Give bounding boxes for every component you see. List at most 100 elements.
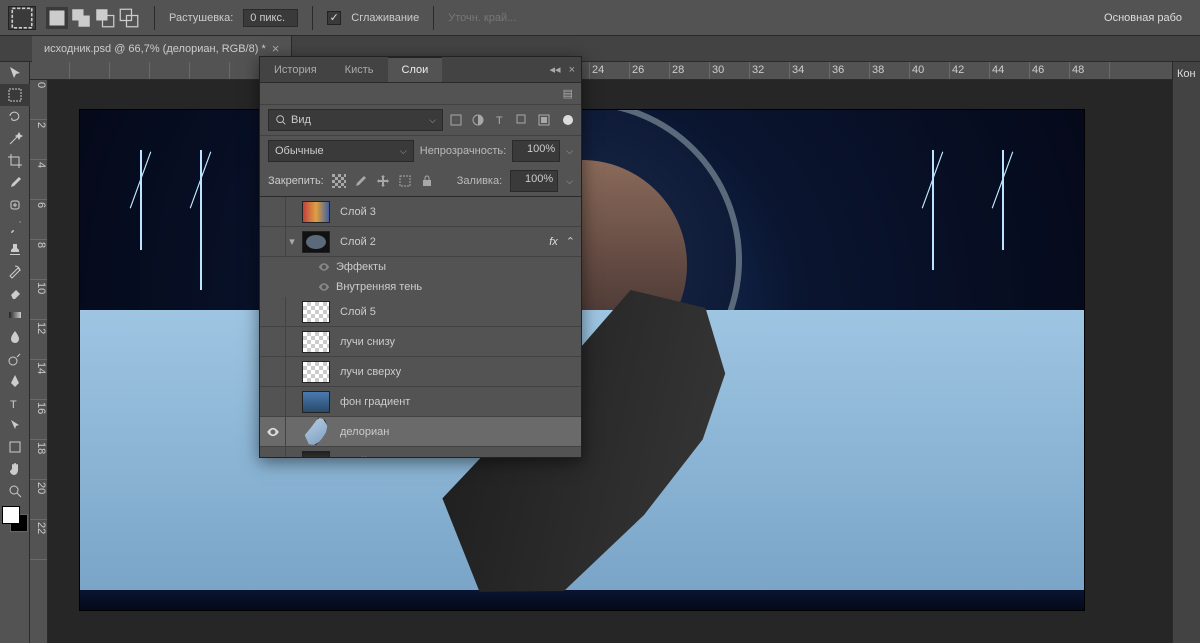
panel-collapse-icon[interactable]: ◂◂ — [550, 63, 561, 76]
document-canvas[interactable] — [80, 110, 1084, 610]
document-tab[interactable]: исходник.psd @ 66,7% (делориан, RGB/8) *… — [32, 36, 292, 62]
lock-pixels-icon[interactable] — [354, 174, 368, 188]
filter-toggle[interactable] — [563, 115, 573, 125]
ruler-horizontal[interactable]: 12141618202224262830323436384042444648 — [30, 62, 1200, 80]
brush-tool-icon[interactable] — [0, 216, 30, 238]
hand-tool-icon[interactable] — [0, 458, 30, 480]
filter-pixel-icon[interactable] — [449, 113, 463, 127]
gradient-tool-icon[interactable] — [0, 304, 30, 326]
healing-tool-icon[interactable] — [0, 194, 30, 216]
tool-preset-picker[interactable] — [8, 6, 36, 30]
antialias-checkbox[interactable] — [327, 11, 341, 25]
lasso-tool-icon[interactable] — [0, 106, 30, 128]
visibility-toggle[interactable] — [260, 197, 286, 226]
fill-input[interactable]: 100% — [510, 170, 558, 192]
lock-transparency-icon[interactable] — [332, 174, 346, 188]
layer-name-label[interactable]: Слой 5 — [334, 306, 581, 318]
expand-icon[interactable]: ▾ — [286, 235, 298, 248]
type-tool-icon[interactable]: T — [0, 392, 30, 414]
eyedropper-tool-icon[interactable] — [0, 172, 30, 194]
opacity-input[interactable]: 100% — [512, 140, 560, 162]
layer-thumbnail[interactable] — [302, 361, 330, 383]
panel-close-icon[interactable]: × — [569, 64, 575, 76]
layer-thumbnail[interactable] — [302, 331, 330, 353]
layer-name-label[interactable]: лучи сверху — [334, 366, 581, 378]
layer-thumbnail[interactable] — [298, 415, 333, 448]
panel-menu-icon[interactable]: ▤ — [563, 87, 573, 100]
subtract-selection-icon[interactable] — [94, 7, 116, 29]
layer-row[interactable]: Слой 0 — [260, 447, 581, 457]
tab-layers[interactable]: Слои — [388, 57, 443, 82]
layer-name-label[interactable]: Слой 3 — [334, 206, 581, 218]
workspace-switcher[interactable]: Основная рабо — [1094, 8, 1192, 28]
filter-smart-icon[interactable] — [537, 113, 551, 127]
layer-name-label[interactable]: фон градиент — [334, 396, 581, 408]
close-tab-icon[interactable]: × — [272, 41, 280, 56]
feather-input[interactable]: 0 пикс. — [243, 9, 298, 27]
lock-position-icon[interactable] — [376, 174, 390, 188]
path-select-tool-icon[interactable] — [0, 414, 30, 436]
layer-row[interactable]: лучи сверху — [260, 357, 581, 387]
layer-name-label[interactable]: Слой 0 — [334, 456, 581, 458]
tab-brush[interactable]: Кисть — [331, 57, 388, 82]
feather-label: Растушевка: — [169, 12, 233, 24]
blur-tool-icon[interactable] — [0, 326, 30, 348]
zoom-tool-icon[interactable] — [0, 480, 30, 502]
color-swatches[interactable] — [2, 506, 28, 532]
visibility-toggle[interactable] — [260, 227, 286, 256]
blend-mode-select[interactable]: Обычные⌵ — [268, 140, 414, 162]
layer-thumbnail[interactable] — [302, 201, 330, 223]
layer-row[interactable]: фон градиент — [260, 387, 581, 417]
new-selection-icon[interactable] — [46, 7, 68, 29]
crop-tool-icon[interactable] — [0, 150, 30, 172]
history-brush-tool-icon[interactable] — [0, 260, 30, 282]
visibility-toggle[interactable] — [260, 297, 286, 326]
layer-name-label[interactable]: лучи снизу — [334, 336, 581, 348]
layer-row[interactable]: ▾ Слой 2fx⌃ — [260, 227, 581, 257]
canvas-area[interactable] — [48, 80, 1200, 643]
shape-tool-icon[interactable] — [0, 436, 30, 458]
layer-filter-kind-select[interactable]: Вид ⌵ — [268, 109, 443, 131]
lock-all-icon[interactable] — [420, 174, 434, 188]
move-tool-icon[interactable] — [0, 62, 30, 84]
lock-artboard-icon[interactable] — [398, 174, 412, 188]
fill-dropdown-icon[interactable]: ⌵ — [566, 176, 573, 187]
right-panel-strip[interactable]: Кон — [1172, 62, 1200, 643]
pen-tool-icon[interactable] — [0, 370, 30, 392]
visibility-toggle[interactable] — [260, 387, 286, 416]
visibility-toggle[interactable] — [260, 357, 286, 386]
filter-type-icon[interactable]: T — [493, 113, 507, 127]
visibility-toggle[interactable] — [260, 417, 286, 446]
tab-history[interactable]: История — [260, 57, 331, 82]
add-selection-icon[interactable] — [70, 7, 92, 29]
stamp-tool-icon[interactable] — [0, 238, 30, 260]
ruler-tick: 40 — [910, 62, 950, 79]
layer-thumbnail[interactable] — [302, 231, 330, 253]
magic-wand-tool-icon[interactable] — [0, 128, 30, 150]
layer-name-label[interactable]: Слой 2 — [334, 236, 549, 248]
visibility-toggle[interactable] — [260, 327, 286, 356]
svg-text:T: T — [496, 115, 503, 127]
fx-collapse-icon[interactable]: ⌃ — [566, 235, 581, 248]
layer-row[interactable]: Слой 5 — [260, 297, 581, 327]
layer-row[interactable]: Слой 3 — [260, 197, 581, 227]
marquee-tool-icon[interactable] — [0, 84, 30, 106]
filter-shape-icon[interactable] — [515, 113, 529, 127]
layer-row[interactable]: лучи снизу — [260, 327, 581, 357]
layer-row[interactable]: делориан — [260, 417, 581, 447]
layer-thumbnail[interactable] — [302, 391, 330, 413]
effect-inner-shadow[interactable]: Внутренняя тень — [260, 277, 581, 297]
eraser-tool-icon[interactable] — [0, 282, 30, 304]
fx-badge[interactable]: fx — [549, 236, 566, 248]
foreground-color-swatch[interactable] — [2, 506, 20, 524]
effects-header[interactable]: Эффекты — [260, 257, 581, 277]
intersect-selection-icon[interactable] — [118, 7, 140, 29]
layer-thumbnail[interactable] — [302, 301, 330, 323]
dodge-tool-icon[interactable] — [0, 348, 30, 370]
ruler-vertical[interactable]: 0246810121416182022 — [30, 80, 48, 643]
layer-name-label[interactable]: делориан — [334, 426, 581, 438]
filter-adjust-icon[interactable] — [471, 113, 485, 127]
opacity-dropdown-icon[interactable]: ⌵ — [566, 146, 573, 157]
visibility-toggle[interactable] — [260, 447, 286, 457]
layer-thumbnail[interactable] — [302, 451, 330, 458]
